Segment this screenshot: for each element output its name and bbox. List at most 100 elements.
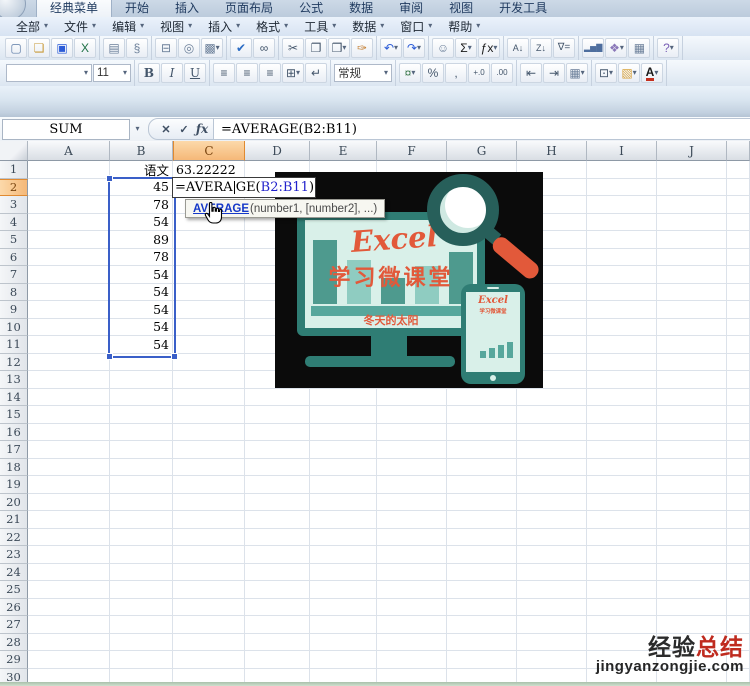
cell-K15[interactable] <box>727 406 750 424</box>
print-button[interactable]: ⊟ <box>155 38 177 58</box>
cell-H16[interactable] <box>517 423 587 441</box>
cell-B20[interactable] <box>110 493 173 511</box>
cell-F22[interactable] <box>377 528 447 546</box>
cell-D27[interactable] <box>245 616 310 634</box>
row-header-10[interactable]: 10 <box>0 318 28 336</box>
cell-K3[interactable] <box>727 196 750 214</box>
open-folder-button[interactable]: ❏ <box>28 38 50 58</box>
cell-J7[interactable] <box>657 266 727 284</box>
cell-C26[interactable] <box>173 598 245 616</box>
help-button[interactable]: ? ▾ <box>657 38 680 58</box>
cell-A28[interactable] <box>28 633 110 651</box>
cell-E27[interactable] <box>310 616 377 634</box>
cell-C10[interactable] <box>173 318 245 336</box>
cell-D19[interactable] <box>245 476 310 494</box>
cell-K11[interactable] <box>727 336 750 354</box>
cell-J22[interactable] <box>657 528 727 546</box>
cell-A9[interactable] <box>28 301 110 319</box>
cell-E15[interactable] <box>310 406 377 424</box>
cell-I27[interactable] <box>587 616 657 634</box>
cell-E18[interactable] <box>310 458 377 476</box>
cell-I2[interactable] <box>587 178 657 196</box>
cell-A12[interactable] <box>28 353 110 371</box>
font-name-select[interactable]: ▾ <box>6 64 92 82</box>
row-header-13[interactable]: 13 <box>0 371 28 389</box>
cell-A2[interactable] <box>28 178 110 196</box>
cell-E23[interactable] <box>310 546 377 564</box>
cell-J27[interactable] <box>657 616 727 634</box>
cell-J4[interactable] <box>657 213 727 231</box>
cell-A17[interactable] <box>28 441 110 459</box>
cell-editor[interactable]: =AVERA GE(B2:B11) <box>172 177 316 198</box>
cell-C20[interactable] <box>173 493 245 511</box>
selection-handle[interactable] <box>171 353 178 360</box>
cell-B27[interactable] <box>110 616 173 634</box>
cell-A16[interactable] <box>28 423 110 441</box>
cell-I9[interactable] <box>587 301 657 319</box>
tab-经典菜单[interactable]: 经典菜单 <box>36 0 113 17</box>
cell-I11[interactable] <box>587 336 657 354</box>
cell-B15[interactable] <box>110 406 173 424</box>
cell-J21[interactable] <box>657 511 727 529</box>
cell-E29[interactable] <box>310 651 377 669</box>
cancel-entry-icon[interactable]: ✕ <box>157 123 175 136</box>
cell-C9[interactable] <box>173 301 245 319</box>
cell-G25[interactable] <box>447 581 517 599</box>
redo-button[interactable]: ↷ ▾ <box>403 38 425 58</box>
row-header-5[interactable]: 5 <box>0 231 28 249</box>
cell-F14[interactable] <box>377 388 447 406</box>
cell-G19[interactable] <box>447 476 517 494</box>
print-preview-button[interactable]: ◎ <box>178 38 200 58</box>
cell-I3[interactable] <box>587 196 657 214</box>
selection-handle[interactable] <box>106 353 113 360</box>
fill-color-button[interactable]: ▧ ▾ <box>618 63 640 83</box>
select-all-corner[interactable] <box>0 141 28 161</box>
cell-H22[interactable] <box>517 528 587 546</box>
drawing-shapes-button[interactable]: ❖ ▾ <box>605 38 628 58</box>
column-header-B[interactable]: B <box>110 141 173 161</box>
cell-B28[interactable] <box>110 633 173 651</box>
menu-视图[interactable]: 视图 ▾ <box>152 17 200 37</box>
cell-C13[interactable] <box>173 371 245 389</box>
cell-F26[interactable] <box>377 598 447 616</box>
tab-页面布局[interactable]: 页面布局 <box>212 0 286 17</box>
cell-A26[interactable] <box>28 598 110 616</box>
row-header-23[interactable]: 23 <box>0 546 28 564</box>
sort-descending-button[interactable]: Z↓ <box>530 38 552 58</box>
cell-I25[interactable] <box>587 581 657 599</box>
tab-开始[interactable]: 开始 <box>112 0 162 17</box>
cell-F29[interactable] <box>377 651 447 669</box>
paste-button[interactable]: ❒ ▾ <box>328 38 350 58</box>
cell-A25[interactable] <box>28 581 110 599</box>
range-selection-border[interactable] <box>106 175 178 360</box>
tab-视图[interactable]: 视图 <box>436 0 486 17</box>
cell-E22[interactable] <box>310 528 377 546</box>
column-header-E[interactable]: E <box>310 141 377 161</box>
cell-K8[interactable] <box>727 283 750 301</box>
cell-I22[interactable] <box>587 528 657 546</box>
autosum-button[interactable]: Σ ▾ <box>455 38 477 58</box>
tab-审阅[interactable]: 审阅 <box>386 0 436 17</box>
cell-G24[interactable] <box>447 563 517 581</box>
cell-K10[interactable] <box>727 318 750 336</box>
cell-D28[interactable] <box>245 633 310 651</box>
row-header-11[interactable]: 11 <box>0 336 28 354</box>
cell-D23[interactable] <box>245 546 310 564</box>
cell-D14[interactable] <box>245 388 310 406</box>
cell-I13[interactable] <box>587 371 657 389</box>
cell-C12[interactable] <box>173 353 245 371</box>
row-header-26[interactable]: 26 <box>0 598 28 616</box>
cell-H15[interactable] <box>517 406 587 424</box>
cell-J1[interactable] <box>657 161 727 179</box>
menu-数据[interactable]: 数据 ▾ <box>344 17 392 37</box>
cell-G29[interactable] <box>447 651 517 669</box>
cell-C25[interactable] <box>173 581 245 599</box>
cell-J16[interactable] <box>657 423 727 441</box>
format-painter-button[interactable]: ✑ <box>351 38 373 58</box>
cell-A10[interactable] <box>28 318 110 336</box>
row-header-17[interactable]: 17 <box>0 441 28 459</box>
comma-style-button[interactable]: , <box>445 63 467 83</box>
column-header-H[interactable]: H <box>517 141 587 161</box>
cell-I24[interactable] <box>587 563 657 581</box>
cell-G18[interactable] <box>447 458 517 476</box>
